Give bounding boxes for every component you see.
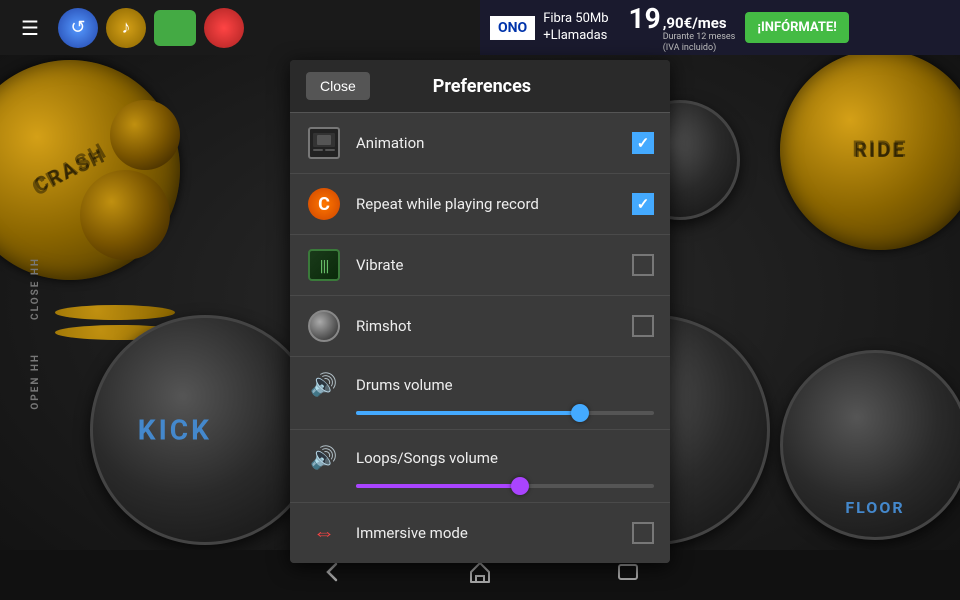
modal-overlay: Close Preferences Animation <box>0 55 960 550</box>
modal-title: Preferences <box>370 76 594 97</box>
loops-volume-fill <box>356 484 520 488</box>
ad-brand: ONO <box>490 16 535 40</box>
rimshot-icon <box>308 310 340 342</box>
animation-icon <box>306 125 342 161</box>
drums-volume-track[interactable] <box>356 411 654 415</box>
rimshot-label: Rimshot <box>356 317 632 335</box>
pref-item-immersive: ⇔ Immersive mode <box>290 503 670 563</box>
menu-button[interactable]: ☰ <box>10 8 50 48</box>
pref-item-repeat: C Repeat while playing record <box>290 174 670 235</box>
pref-item-animation: Animation <box>290 113 670 174</box>
vibrate-label: Vibrate <box>356 256 632 274</box>
toolbar: ☰ ↺ ♪ ONO Fibra 50Mb +Llamadas 19 ,90€/m… <box>0 0 960 55</box>
animation-checkbox[interactable] <box>632 132 654 154</box>
rimshot-checkbox[interactable] <box>632 315 654 337</box>
pref-item-vibrate: ||| Vibrate <box>290 235 670 296</box>
music-button[interactable]: ♪ <box>106 8 146 48</box>
drums-volume-thumb[interactable] <box>571 404 589 422</box>
music-icon: ♪ <box>122 17 131 38</box>
loops-volume-top: 🔊 Loops/Songs volume <box>306 440 654 476</box>
pref-item-rimshot: Rimshot <box>290 296 670 357</box>
ad-price-decimal: ,90€/mes <box>663 14 736 32</box>
close-button[interactable]: Close <box>306 72 370 100</box>
vibrate-icon-wrapper: ||| <box>306 247 342 283</box>
ad-cta-button[interactable]: ¡INFÓRMATE! <box>745 12 848 43</box>
refresh-button[interactable]: ↺ <box>58 8 98 48</box>
vibrate-checkbox[interactable] <box>632 254 654 276</box>
drums-volume-top: 🔊 Drums volume <box>306 367 654 403</box>
immersive-icon-wrapper: ⇔ <box>306 515 342 551</box>
immersive-icon: ⇔ <box>313 520 335 546</box>
drums-volume-label: Drums volume <box>356 376 453 394</box>
repeat-icon-wrapper: C <box>306 186 342 222</box>
loops-volume-icon: 🔊 <box>310 446 337 471</box>
ad-price-block: 19 ,90€/mes Durante 12 meses (IVA inclui… <box>619 2 736 53</box>
ad-price-note2: (IVA incluido) <box>663 43 736 53</box>
back-button[interactable] <box>318 558 346 592</box>
preferences-modal: Close Preferences Animation <box>290 60 670 563</box>
drums-volume-row: 🔊 Drums volume <box>290 357 670 430</box>
loops-volume-icon-wrapper: 🔊 <box>306 440 342 476</box>
red-button[interactable] <box>204 8 244 48</box>
drums-volume-icon: 🔊 <box>310 373 337 398</box>
recents-button[interactable] <box>614 558 642 592</box>
vibrate-icon: ||| <box>320 256 329 275</box>
ad-text: Fibra 50Mb +Llamadas <box>543 11 608 45</box>
home-button[interactable] <box>466 558 494 592</box>
ad-banner[interactable]: ONO Fibra 50Mb +Llamadas 19 ,90€/mes Dur… <box>480 0 960 55</box>
ad-price-main: 19 <box>629 2 661 35</box>
immersive-label: Immersive mode <box>356 524 632 542</box>
rimshot-icon-wrapper <box>306 308 342 344</box>
loops-volume-row: 🔊 Loops/Songs volume <box>290 430 670 503</box>
ad-price-note1: Durante 12 meses <box>663 32 736 43</box>
immersive-checkbox[interactable] <box>632 522 654 544</box>
loops-volume-thumb[interactable] <box>511 477 529 495</box>
drums-volume-fill <box>356 411 580 415</box>
green-button[interactable] <box>154 10 196 46</box>
refresh-icon: ↺ <box>70 17 85 38</box>
loops-volume-track[interactable] <box>356 484 654 488</box>
ad-price-detail-block: ,90€/mes Durante 12 meses (IVA incluido) <box>663 14 736 53</box>
repeat-checkbox[interactable] <box>632 193 654 215</box>
repeat-icon: C <box>318 194 330 215</box>
menu-icon: ☰ <box>21 18 39 38</box>
repeat-label: Repeat while playing record <box>356 195 632 213</box>
animation-label: Animation <box>356 134 632 152</box>
modal-header: Close Preferences <box>290 60 670 113</box>
drums-volume-icon-wrapper: 🔊 <box>306 367 342 403</box>
loops-volume-label: Loops/Songs volume <box>356 449 498 467</box>
